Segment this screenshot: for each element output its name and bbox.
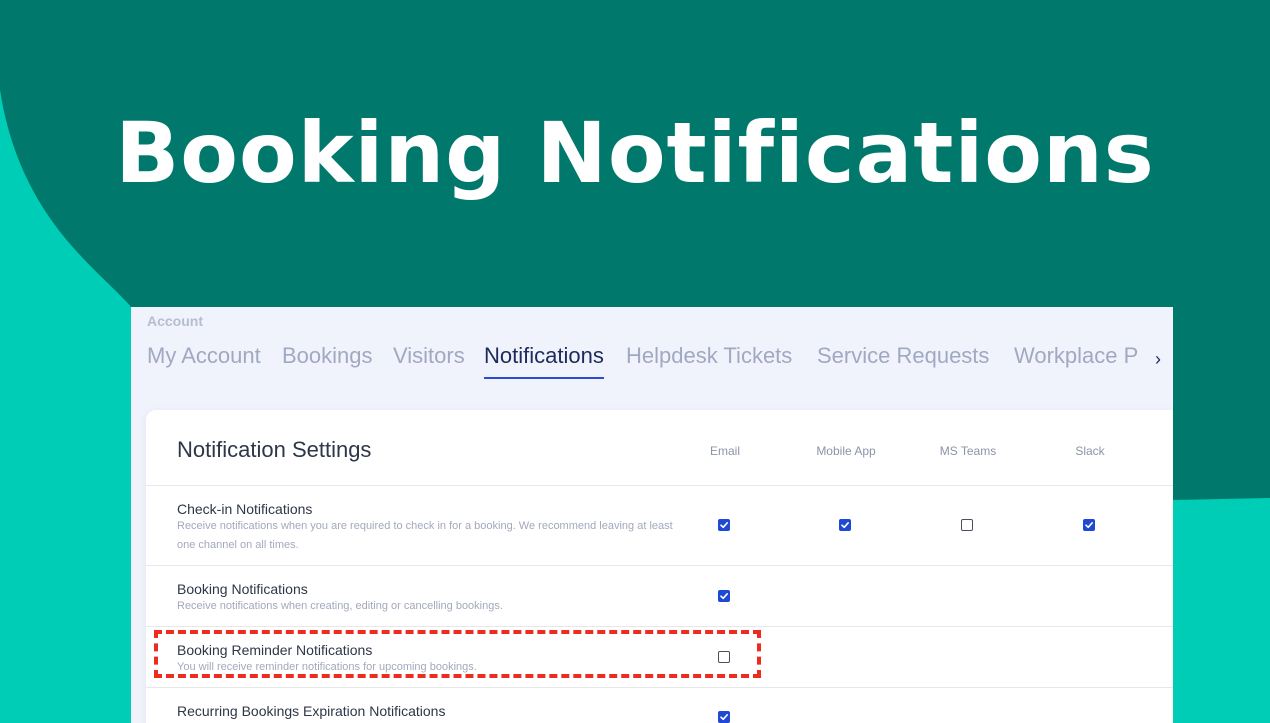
row-title-booking-reminder: Booking Reminder Notifications [177,642,373,658]
divider [146,626,1173,627]
checkbox-recurring-expiration-email[interactable] [718,711,730,723]
account-panel: Account My Account Bookings Visitors Not… [131,307,1173,723]
tab-my-account[interactable]: My Account [147,343,261,377]
row-title-recurring-expiration: Recurring Bookings Expiration Notificati… [177,703,446,719]
checkbox-check-in-mobile-app[interactable] [839,519,851,531]
card-title: Notification Settings [177,437,372,462]
tab-workplace[interactable]: Workplace P [1014,343,1138,377]
tab-visitors[interactable]: Visitors [393,343,465,377]
checkbox-booking-reminder-email[interactable] [718,651,730,663]
checkbox-check-in-slack[interactable] [1083,519,1095,531]
row-desc-check-in: Receive notifications when you are requi… [177,520,673,551]
column-ms-teams: MS Teams [939,444,997,458]
row-desc-booking: Receive notifications when creating, edi… [177,600,503,612]
row-title-booking: Booking Notifications [177,581,308,597]
check-icon [720,593,728,600]
chevron-right-icon[interactable]: › [1155,349,1161,370]
checkbox-check-in-email[interactable] [718,519,730,531]
tab-helpdesk-tickets[interactable]: Helpdesk Tickets [626,343,792,377]
checkbox-check-in-ms-teams[interactable] [961,519,973,531]
tab-notifications[interactable]: Notifications [484,343,604,379]
check-icon [841,522,849,529]
row-title-check-in: Check-in Notifications [177,501,313,517]
section-label: Account [147,313,203,329]
tab-service-requests[interactable]: Service Requests [817,343,989,377]
tab-bookings[interactable]: Bookings [282,343,373,377]
check-icon [720,522,728,529]
check-icon [720,714,728,721]
row-desc-booking-reminder: You will receive reminder notifications … [177,661,477,673]
checkbox-booking-email[interactable] [718,590,730,602]
column-email: Email [709,444,740,458]
column-slack: Slack [1075,444,1105,458]
hero-title: Booking Notifications [115,104,1155,202]
divider [146,565,1173,566]
divider [146,485,1173,486]
divider [146,687,1173,688]
column-mobile-app: Mobile App [816,444,876,458]
notification-settings-card: Notification Settings Email Mobile App M… [146,410,1173,723]
check-icon [1085,522,1093,529]
